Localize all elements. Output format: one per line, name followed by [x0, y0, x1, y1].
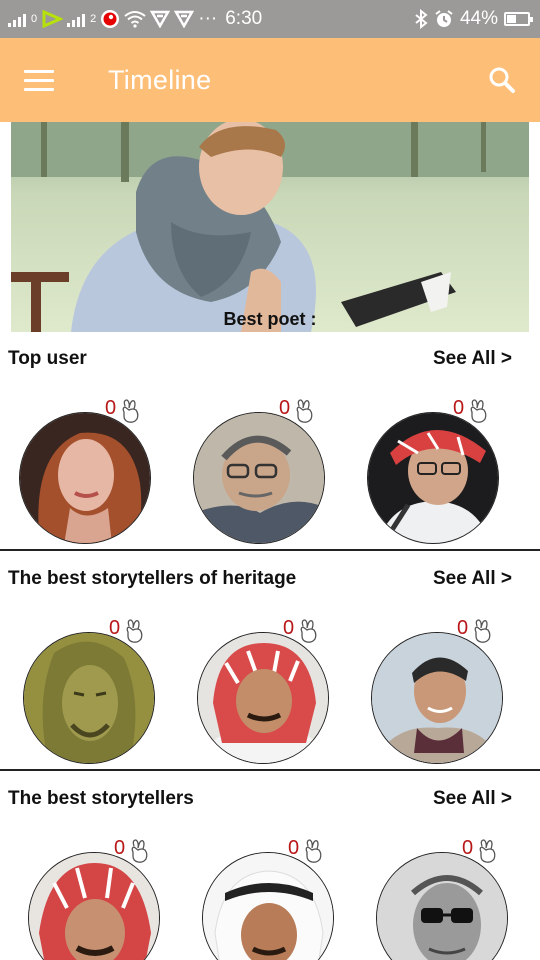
like-count: 0 [114, 837, 126, 859]
avatar [371, 632, 503, 764]
sim2-indicator: 2 [90, 13, 97, 25]
section-divider [0, 769, 540, 771]
user-card[interactable]: 0 [367, 398, 507, 562]
like-counter: 0 [283, 616, 319, 644]
section-divider [0, 549, 540, 551]
like-count: 0 [453, 397, 465, 419]
like-count: 0 [457, 617, 469, 639]
like-counter: 0 [114, 836, 150, 864]
sim1-indicator: 0 [31, 13, 38, 25]
battery-percent: 44% [459, 8, 498, 29]
avatar [202, 852, 334, 960]
banner-photo [11, 122, 529, 332]
featured-poet-banner[interactable]: Best poet : [11, 122, 529, 332]
user-avatar-row: 0 0 0 [0, 820, 540, 960]
like-counter: 0 [457, 616, 493, 644]
bluetooth-icon [415, 9, 428, 29]
like-count: 0 [109, 617, 121, 639]
ok-hand-icon [131, 839, 148, 863]
ok-hand-icon [474, 619, 491, 643]
hamburger-menu-icon[interactable] [18, 50, 78, 110]
like-counter: 0 [288, 836, 324, 864]
user-card[interactable]: 0 [28, 838, 168, 960]
ok-hand-icon [470, 399, 487, 423]
like-count: 0 [288, 837, 300, 859]
section-storytellers-of-heritage: The best storytellers of heritage See Al… [0, 560, 540, 780]
like-count: 0 [105, 397, 117, 419]
section-title: The best storytellers of heritage [8, 568, 297, 589]
like-counter: 0 [105, 396, 141, 424]
avatar [367, 412, 499, 544]
like-count: 0 [279, 397, 291, 419]
banner-caption: Best poet : [223, 309, 317, 329]
section-best-storytellers: The best storytellers See All > 0 0 0 [0, 780, 540, 960]
user-card[interactable]: 0 [23, 618, 163, 782]
like-counter: 0 [109, 616, 145, 644]
avatar [23, 632, 155, 764]
avatar [19, 412, 151, 544]
see-all-link[interactable]: See All > [433, 348, 512, 370]
user-avatar-row: 0 0 0 [0, 380, 540, 560]
avatar [376, 852, 508, 960]
vodafone-icon [101, 10, 120, 28]
avatar [193, 412, 325, 544]
see-all-link[interactable]: See All > [433, 788, 512, 810]
ok-hand-icon [305, 839, 322, 863]
signal-icon-2 [67, 11, 86, 27]
notification-app-icon [150, 10, 171, 28]
like-counter: 0 [462, 836, 498, 864]
ok-hand-icon [122, 399, 139, 423]
carrier-logo-icon [42, 10, 64, 28]
ok-hand-icon [300, 619, 317, 643]
user-card[interactable]: 0 [202, 838, 342, 960]
battery-icon [504, 12, 533, 26]
ok-hand-icon [126, 619, 143, 643]
avatar [28, 852, 160, 960]
section-top-user: Top user See All > 0 0 0 [0, 340, 540, 560]
user-avatar-row: 0 0 0 [0, 600, 540, 780]
avatar [197, 632, 329, 764]
status-bar: 0 2 ··· 6:30 44% [0, 0, 540, 38]
section-title: Top user [8, 348, 87, 369]
like-count: 0 [283, 617, 295, 639]
more-notifications-dots: ··· [198, 8, 218, 29]
alarm-icon [435, 10, 453, 27]
like-counter: 0 [279, 396, 315, 424]
search-icon[interactable] [482, 60, 522, 100]
ok-hand-icon [296, 399, 313, 423]
like-counter: 0 [453, 396, 489, 424]
user-card[interactable]: 0 [193, 398, 333, 562]
notification-app-icon-2 [174, 10, 195, 28]
ok-hand-icon [479, 839, 496, 863]
see-all-link[interactable]: See All > [433, 568, 512, 590]
section-title: The best storytellers [8, 788, 194, 809]
status-time: 6:30 [225, 8, 263, 29]
page-title: Timeline [108, 64, 212, 95]
app-bar: Timeline [0, 38, 540, 122]
wifi-icon [124, 11, 146, 28]
user-card[interactable]: 0 [197, 618, 337, 782]
signal-icon [8, 11, 26, 27]
user-card[interactable]: 0 [371, 618, 511, 782]
user-card[interactable]: 0 [376, 838, 516, 960]
user-card[interactable]: 0 [19, 398, 159, 562]
like-count: 0 [462, 837, 474, 859]
